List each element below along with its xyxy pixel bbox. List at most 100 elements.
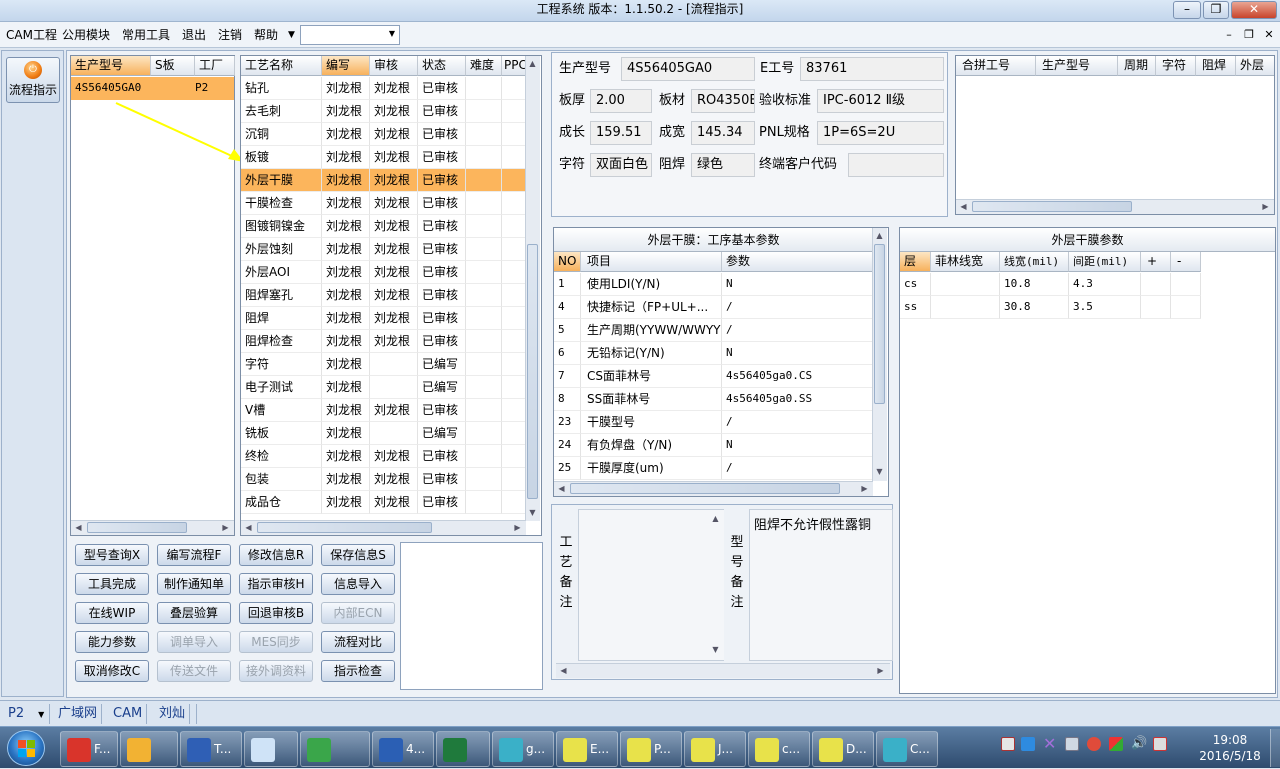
- scroll-left-icon[interactable]: ◀: [557, 664, 570, 677]
- scroll-thumb[interactable]: [874, 244, 885, 404]
- process-row[interactable]: 钻孔 刘龙根 刘龙根 已审核: [241, 77, 526, 100]
- taskbar-button[interactable]: E...: [556, 731, 618, 767]
- param-row[interactable]: 24 有负焊盘（Y/N) N: [554, 434, 873, 457]
- dryfilm-row[interactable]: cs 10.8 4.3: [900, 273, 1201, 296]
- no-col-header[interactable]: NO: [554, 252, 581, 272]
- process-row[interactable]: V槽 刘龙根 刘龙根 已审核: [241, 399, 526, 422]
- merge-period-col-header[interactable]: 周期: [1118, 56, 1156, 76]
- mdi-restore-icon[interactable]: ❐: [1242, 28, 1256, 42]
- scroll-right-icon[interactable]: ▶: [219, 521, 232, 534]
- process-row[interactable]: 阻焊塞孔 刘龙根 刘龙根 已审核: [241, 284, 526, 307]
- param-row[interactable]: 25 干膜厚度(um) /: [554, 457, 873, 480]
- taskbar-button[interactable]: [244, 731, 298, 767]
- width-field[interactable]: 145.34: [691, 121, 755, 145]
- taskbar-button[interactable]: [300, 731, 370, 767]
- param-col-header[interactable]: 参数: [722, 252, 873, 272]
- tray-security-icon[interactable]: [1087, 737, 1101, 751]
- scroll-thumb[interactable]: [972, 201, 1132, 212]
- action-button[interactable]: 制作通知单: [157, 573, 231, 595]
- action-button[interactable]: 修改信息R: [239, 544, 313, 566]
- mdi-close-icon[interactable]: ✕: [1262, 28, 1276, 42]
- action-button[interactable]: 指示检查: [321, 660, 395, 682]
- item-col-header[interactable]: 项目: [581, 252, 722, 272]
- ppc-col-header[interactable]: PPC: [502, 56, 526, 76]
- character-field[interactable]: 双面白色: [590, 153, 652, 177]
- volume-icon[interactable]: 🔊: [1131, 737, 1147, 751]
- minus-col-header[interactable]: -: [1171, 252, 1201, 272]
- basic-params-vscroll[interactable]: ▲ ▼: [872, 228, 887, 481]
- model-col-header[interactable]: 生产型号: [71, 56, 151, 76]
- merge-no-col-header[interactable]: 合拼工号: [956, 56, 1036, 76]
- model-field[interactable]: 4S56405GA0: [621, 57, 755, 81]
- scroll-thumb[interactable]: [87, 522, 187, 533]
- merge-outer-col-header[interactable]: 外层: [1236, 56, 1274, 76]
- process-row[interactable]: 成品仓 刘龙根 刘龙根 已审核: [241, 491, 526, 514]
- process-note-textarea[interactable]: ▲ ▼: [578, 509, 724, 661]
- scroll-thumb[interactable]: [527, 244, 538, 499]
- menu-tools[interactable]: 常用工具: [122, 27, 170, 43]
- taskbar-button[interactable]: c...: [748, 731, 810, 767]
- merge-model-col-header[interactable]: 生产型号: [1036, 56, 1118, 76]
- start-button[interactable]: [7, 730, 45, 766]
- action-button[interactable]: 工具完成: [75, 573, 149, 595]
- scroll-right-icon[interactable]: ▶: [511, 521, 524, 534]
- close-button[interactable]: ✕: [1231, 1, 1277, 19]
- action-button[interactable]: 叠层验算: [157, 602, 231, 624]
- taskbar-button[interactable]: C...: [876, 731, 938, 767]
- line-width-col-header[interactable]: 线宽(mil): [1000, 252, 1069, 272]
- taskbar-button[interactable]: [436, 731, 490, 767]
- thickness-field[interactable]: 2.00: [590, 89, 652, 113]
- mdi-minimize-icon[interactable]: –: [1222, 28, 1236, 42]
- scroll-left-icon[interactable]: ◀: [72, 521, 85, 534]
- writer-col-header[interactable]: 编写: [322, 56, 370, 76]
- param-row[interactable]: 23 干膜型号 /: [554, 411, 873, 434]
- param-row[interactable]: 8 SS面菲林号 4s56405ga0.SS: [554, 388, 873, 411]
- menu-combo[interactable]: ▼: [300, 25, 400, 45]
- scroll-down-icon[interactable]: ▼: [873, 465, 886, 478]
- factory-col-header[interactable]: 工厂: [195, 56, 235, 76]
- notes-hscroll[interactable]: ◀ ▶: [556, 663, 890, 678]
- action-button[interactable]: 取消修改C: [75, 660, 149, 682]
- taskbar-button[interactable]: 4...: [372, 731, 434, 767]
- length-field[interactable]: 159.51: [590, 121, 652, 145]
- action-button[interactable]: 信息导入: [321, 573, 395, 595]
- action-button[interactable]: 流程对比: [321, 631, 395, 653]
- soldermask-field[interactable]: 绿色: [691, 153, 755, 177]
- pnl-field[interactable]: 1P=6S=2U: [817, 121, 944, 145]
- menu-help[interactable]: 帮助: [254, 27, 278, 43]
- tray-bird-icon[interactable]: [1021, 737, 1035, 751]
- process-list-hscroll[interactable]: ◀ ▶: [241, 520, 526, 535]
- process-row[interactable]: 干膜检查 刘龙根 刘龙根 已审核: [241, 192, 526, 215]
- blank-textbox[interactable]: [400, 542, 543, 690]
- process-row[interactable]: 阻焊 刘龙根 刘龙根 已审核: [241, 307, 526, 330]
- model-list-hscroll[interactable]: ◀ ▶: [71, 520, 234, 535]
- taskbar-button[interactable]: D...: [812, 731, 874, 767]
- taskbar-button[interactable]: F...: [60, 731, 118, 767]
- model-note-textarea[interactable]: 阻焊不允许假性露铜: [749, 509, 893, 661]
- scroll-right-icon[interactable]: ▶: [1259, 200, 1272, 213]
- merge-table-hscroll[interactable]: ◀ ▶: [956, 199, 1274, 214]
- basic-params-hscroll[interactable]: ◀ ▶: [554, 481, 873, 496]
- process-note-vscroll[interactable]: ▲ ▼: [709, 510, 724, 660]
- process-list-vscroll[interactable]: ▲ ▼: [525, 56, 540, 521]
- process-row[interactable]: 板镀 刘龙根 刘龙根 已审核: [241, 146, 526, 169]
- menu-cam[interactable]: CAM工程: [6, 27, 57, 43]
- merge-char-col-header[interactable]: 字符: [1156, 56, 1196, 76]
- dryfilm-row[interactable]: ss 30.8 3.5: [900, 296, 1201, 319]
- scroll-left-icon[interactable]: ◀: [555, 482, 568, 495]
- process-row[interactable]: 去毛刺 刘龙根 刘龙根 已审核: [241, 100, 526, 123]
- process-row[interactable]: 铣板 刘龙根 已编写: [241, 422, 526, 445]
- reviewer-col-header[interactable]: 审核: [370, 56, 418, 76]
- action-button[interactable]: 编写流程F: [157, 544, 231, 566]
- restore-button[interactable]: ❐: [1203, 1, 1229, 19]
- show-desktop-button[interactable]: [1270, 729, 1280, 767]
- help-dropdown-icon[interactable]: ▼: [288, 27, 295, 43]
- process-row[interactable]: 阻焊检查 刘龙根 刘龙根 已审核: [241, 330, 526, 353]
- process-row[interactable]: 图镀铜镍金 刘龙根 刘龙根 已审核: [241, 215, 526, 238]
- param-row[interactable]: 7 CS面菲林号 4s56405ga0.CS: [554, 365, 873, 388]
- sboard-col-header[interactable]: S板: [151, 56, 195, 76]
- menu-exit[interactable]: 退出: [182, 27, 206, 43]
- layer-col-header[interactable]: 层: [900, 252, 931, 272]
- difficulty-col-header[interactable]: 难度: [466, 56, 502, 76]
- scroll-up-icon[interactable]: ▲: [873, 229, 886, 242]
